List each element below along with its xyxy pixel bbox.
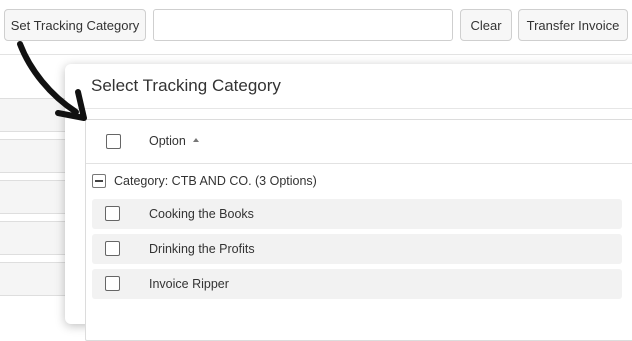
option-label: Invoice Ripper [149,277,229,291]
option-column-label: Option [149,134,186,148]
collapse-icon[interactable] [92,174,106,188]
category-group-label: Category: CTB AND CO. (3 Options) [114,174,317,188]
transfer-invoice-button[interactable]: Transfer Invoice [518,9,628,41]
option-row[interactable]: Drinking the Profits [92,234,622,264]
option-column-header[interactable]: Option [149,134,199,148]
select-tracking-category-modal: Select Tracking Category Option Category… [65,64,632,341]
category-group-row[interactable]: Category: CTB AND CO. (3 Options) [92,170,317,192]
option-row[interactable]: Invoice Ripper [92,269,622,299]
background-row [0,98,70,132]
background-list [0,98,70,303]
search-input[interactable] [153,9,453,41]
option-label: Cooking the Books [149,207,254,221]
background-row [0,180,70,214]
option-checkbox[interactable] [105,241,120,256]
toolbar: Set Tracking Category Clear Transfer Inv… [0,0,632,55]
modal-title: Select Tracking Category [91,76,281,95]
table-header: Option [86,120,632,164]
option-checkbox[interactable] [105,276,120,291]
background-row [0,221,70,255]
option-row[interactable]: Cooking the Books [92,199,622,229]
sort-ascending-icon [192,138,199,142]
option-label: Drinking the Profits [149,242,255,256]
set-tracking-category-button[interactable]: Set Tracking Category [4,9,146,41]
option-checkbox[interactable] [105,206,120,221]
modal-header: Select Tracking Category [65,64,632,109]
background-row [0,262,70,296]
select-all-checkbox[interactable] [106,134,121,149]
clear-button[interactable]: Clear [460,9,512,41]
options-table: Option Category: CTB AND CO. (3 Options)… [85,119,632,341]
background-row [0,139,70,173]
